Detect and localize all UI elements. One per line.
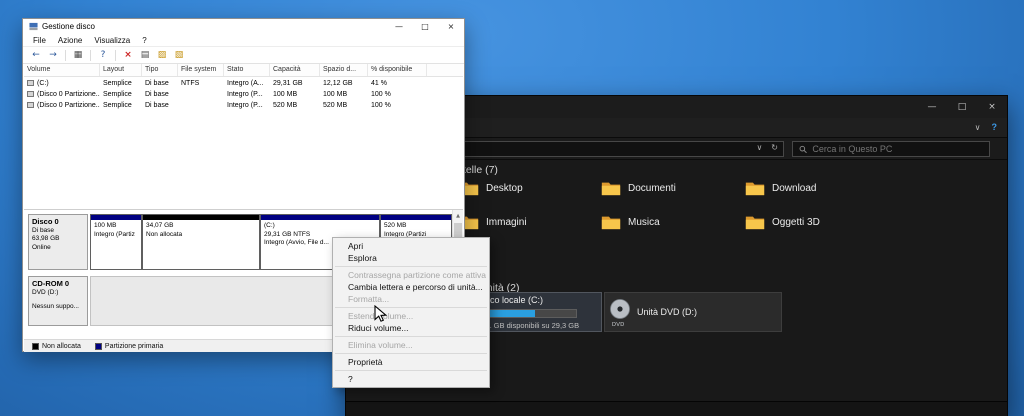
volume-icon	[27, 80, 34, 86]
explorer-close-button[interactable]: ×	[977, 96, 1007, 118]
graphic-view-icon[interactable]: ▧	[172, 49, 186, 62]
address-dropdown-icon[interactable]: ∨	[756, 143, 762, 152]
column-header-stato[interactable]: Stato	[224, 64, 270, 76]
menu-separator	[335, 307, 487, 308]
toolbar-separator	[115, 50, 116, 61]
dvd-icon-label: DVD	[612, 322, 625, 328]
mouse-cursor	[374, 305, 387, 328]
explorer-maximize-button[interactable]: □	[947, 96, 977, 118]
column-header-spazio[interactable]: Spazio d...	[320, 64, 368, 76]
menu-visualizza[interactable]: Visualizza	[88, 36, 136, 45]
menu-item-riduci-volume[interactable]: Riduci volume...	[333, 322, 489, 334]
folder-label: Documenti	[628, 183, 676, 194]
menu-separator	[335, 336, 487, 337]
folder-tile-documenti[interactable]: Documenti	[601, 176, 676, 200]
folder-tile-download[interactable]: Download	[745, 176, 816, 200]
folder-tile-musica[interactable]: Musica	[601, 210, 660, 234]
column-header-tipo[interactable]: Tipo	[142, 64, 178, 76]
menu-item-proprieta[interactable]: Proprietà	[333, 356, 489, 368]
ribbon-help-icon[interactable]: ?	[992, 122, 998, 132]
folder-tile-oggetti-3d[interactable]: Oggetti 3D	[745, 210, 820, 234]
drive-c-usage-bar	[477, 309, 577, 318]
volume-icon	[27, 102, 34, 108]
volume-icon	[27, 91, 34, 97]
menu-file[interactable]: File	[27, 36, 52, 45]
legend-unallocated: Non allocata	[32, 343, 81, 350]
folder-view-icon[interactable]: ▨	[155, 49, 169, 62]
dm-close-button[interactable]: ×	[438, 19, 464, 34]
column-header-volume[interactable]: Volume	[24, 64, 100, 76]
ribbon-collapse-icon[interactable]: ∨	[975, 123, 981, 132]
volume-row-c[interactable]: (C:) Semplice Di base NTFS Integro (A...…	[24, 77, 427, 88]
folder-tile-immagini[interactable]: Immagini	[459, 210, 527, 234]
forward-icon[interactable]: →	[46, 49, 60, 62]
folder-label: Musica	[628, 217, 660, 228]
folder-icon	[601, 214, 621, 230]
menu-item-apri[interactable]: Apri	[333, 240, 489, 252]
explorer-status-bar	[346, 401, 1007, 416]
folder-label: Oggetti 3D	[772, 217, 820, 228]
search-input[interactable]	[812, 144, 983, 154]
console-window-icon[interactable]: ▦	[71, 49, 85, 62]
disk-management-app-icon	[29, 22, 38, 31]
column-header-layout[interactable]: Layout	[100, 64, 142, 76]
menu-item-estendi-volume: Estendi volume...	[333, 310, 489, 322]
menu-separator	[335, 266, 487, 267]
scroll-up-icon[interactable]: ▲	[453, 210, 463, 221]
toolbar: ← → ▦ ? × ▤ ▨ ▧	[23, 47, 464, 64]
drive-c-free-space: 12,1 GB disponibili su 29,3 GB	[477, 321, 579, 330]
folder-label: Desktop	[486, 183, 523, 194]
disk-management-titlebar[interactable]: Gestione disco — □ ×	[23, 19, 464, 34]
legend-color-swatch	[32, 343, 39, 350]
menu-item-help[interactable]: ?	[333, 373, 489, 385]
window-title: Gestione disco	[42, 22, 95, 31]
refresh-icon[interactable]: ↻	[771, 143, 778, 152]
folder-icon	[601, 180, 621, 196]
folder-icon	[745, 180, 765, 196]
disk0-header[interactable]: Disco 0 Di base 63,98 GB Online	[28, 214, 88, 270]
dm-minimize-button[interactable]: —	[386, 19, 412, 34]
menu-help[interactable]: ?	[136, 36, 152, 45]
menu-item-elimina-volume: Elimina volume...	[333, 339, 489, 351]
partition-system-100mb[interactable]: 100 MB Integro (Partiz	[90, 214, 142, 270]
column-header-capacita[interactable]: Capacità	[270, 64, 320, 76]
dm-maximize-button[interactable]: □	[412, 19, 438, 34]
toolbar-separator	[90, 50, 91, 61]
delete-icon[interactable]: ×	[121, 49, 135, 62]
folder-label: Immagini	[486, 217, 527, 228]
menu-azione[interactable]: Azione	[52, 36, 88, 45]
menu-item-esplora[interactable]: Esplora	[333, 252, 489, 264]
legend-primary-partition: Partizione primaria	[95, 343, 163, 350]
menu-separator	[335, 370, 487, 371]
cdrom-header[interactable]: CD-ROM 0 DVD (D:) Nessun suppo...	[28, 276, 88, 326]
volume-table-header: Volume Layout Tipo File system Stato Cap…	[24, 64, 463, 77]
volume-row-partition-1[interactable]: (Disco 0 Partizione... Semplice Di base …	[24, 88, 427, 99]
help-icon[interactable]: ?	[96, 49, 110, 62]
menu-item-cambia-lettera-percorso[interactable]: Cambia lettera e percorso di unità...	[333, 281, 489, 293]
folder-tile-desktop[interactable]: Desktop	[459, 176, 523, 200]
explorer-minimize-button[interactable]: —	[917, 96, 947, 118]
volume-row-partition-2[interactable]: (Disco 0 Partizione... Semplice Di base …	[24, 99, 427, 110]
menu-item-formatta: Formatta...	[333, 293, 489, 305]
back-icon[interactable]: ←	[29, 49, 43, 62]
dvd-disc-icon	[609, 298, 631, 320]
search-icon	[799, 145, 807, 154]
partition-context-menu: Apri Esplora Contrassegna partizione com…	[332, 237, 490, 388]
column-header-file-system[interactable]: File system	[178, 64, 224, 76]
menu-separator	[335, 353, 487, 354]
drive-dvd-name: Unità DVD (D:)	[637, 307, 697, 317]
column-header-disponibile[interactable]: % disponibile	[368, 64, 427, 76]
drive-dvd-tile[interactable]: DVD Unità DVD (D:)	[604, 292, 782, 332]
properties-icon[interactable]: ▤	[138, 49, 152, 62]
legend-color-swatch	[95, 343, 102, 350]
folder-label: Download	[772, 183, 816, 194]
menu-bar: File Azione Visualizza ?	[23, 34, 464, 47]
menu-item-contrassegna-partizione-attiva: Contrassegna partizione come attiva	[333, 269, 489, 281]
search-box[interactable]	[792, 141, 990, 157]
folder-icon	[745, 214, 765, 230]
toolbar-separator	[65, 50, 66, 61]
partition-unallocated[interactable]: 34,07 GB Non allocata	[142, 214, 260, 270]
